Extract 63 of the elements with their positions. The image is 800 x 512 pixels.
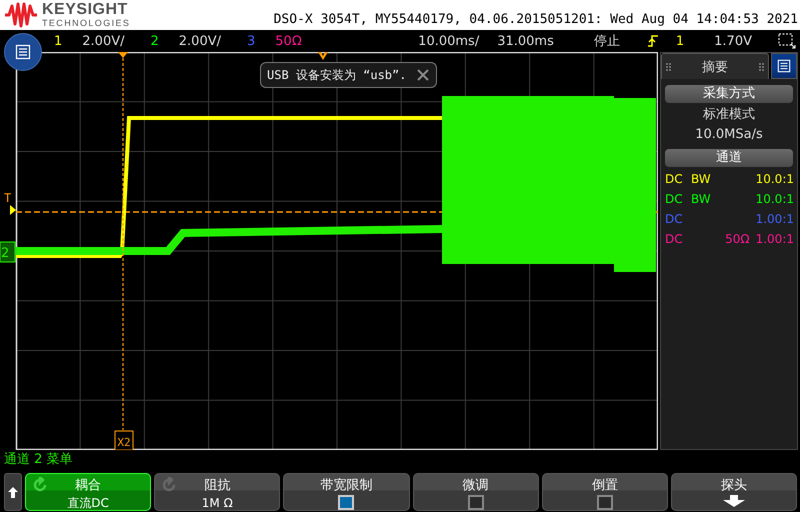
menu-tab[interactable] [771, 53, 797, 79]
grip-icon [759, 62, 764, 70]
bandwidth-limit: BW [691, 191, 712, 207]
cursor-label: X2 [117, 436, 131, 449]
sample-rate: 10.0MSa/s [694, 127, 764, 143]
zoom-box-icon [778, 33, 796, 49]
grip-icon [666, 62, 671, 70]
trigger-level: 1.70V [714, 34, 752, 48]
up-arrow-icon [8, 486, 18, 498]
channel-number: 50Ω [275, 34, 302, 48]
trigger-source: 1 [676, 34, 684, 48]
cursor-tag [114, 430, 134, 450]
bandwidth-limit: BW [691, 171, 712, 187]
channel-marker-label: 2 [1, 246, 10, 261]
wave-logo-icon [4, 2, 38, 28]
softkey[interactable]: 阻抗 1M Ω [154, 473, 280, 511]
section-heading: 通道 [665, 149, 793, 167]
menu-button[interactable] [4, 33, 42, 71]
probe-ratio: 10.0:1 [756, 191, 794, 207]
instrument-title: DSO-X 3054T, MY55440179, 04.06.2015051201: Wed Aug 04 14:04:53 2021 [274, 12, 798, 27]
brand-subtitle: TECHNOLOGIES [42, 18, 130, 28]
probe-ratio: 1.00:1 [756, 211, 794, 227]
toast-message: USB 设备安装为 “usb”. [267, 66, 406, 84]
softkey[interactable]: 耦合 直流DC [25, 473, 152, 511]
checkbox[interactable] [338, 495, 354, 510]
probe-ratio: 1.00:1 [756, 231, 794, 247]
checkbox[interactable] [596, 495, 613, 510]
channel-number: 2 [150, 34, 159, 48]
trigger-level-arrow-icon [10, 205, 16, 215]
softkey[interactable]: 微调 [412, 473, 539, 511]
back-button[interactable] [4, 473, 22, 511]
close-icon[interactable] [416, 68, 430, 82]
section-heading: 采集方式 [665, 85, 793, 103]
list-icon [777, 59, 791, 73]
channel-coupling: DC [665, 171, 684, 187]
trigger-label: T [4, 191, 12, 205]
softkey[interactable]: 探头 [670, 473, 798, 511]
channel-scale: 2.00V/ [178, 34, 221, 48]
channel-coupling: DC [665, 211, 684, 227]
list-icon [15, 44, 31, 60]
probe-ratio: 10.0:1 [756, 171, 794, 187]
summary-tab-label: 摘要 [702, 58, 728, 76]
menu-title: 通道 2 菜单 [3, 451, 74, 469]
channel-scale: 2.00V/ [82, 34, 124, 48]
channel-coupling: DC [665, 231, 684, 247]
channel-marker-badge [0, 242, 16, 262]
channel-number: 1 [54, 34, 62, 48]
softkey[interactable]: 带宽限制 [283, 473, 410, 511]
checkbox[interactable] [468, 495, 484, 510]
summary-tab[interactable]: 摘要 [661, 53, 769, 79]
timebase-value: 10.00ms/ [418, 34, 480, 48]
softkey[interactable]: 倒置 [542, 473, 668, 511]
run-state: 停止 [594, 33, 620, 50]
channel-impedance: 50Ω [724, 231, 751, 247]
delay-value: 31.00ms [497, 34, 554, 48]
rotate-knob-icon [32, 477, 48, 493]
channel-number: 3 [247, 34, 256, 48]
rotate-knob-icon [161, 477, 178, 493]
rising-edge-icon [648, 35, 658, 47]
channel-coupling: DC [665, 191, 684, 207]
acquisition-mode: 标准模式 [702, 107, 756, 123]
down-arrow-icon [722, 495, 745, 507]
brand-name: KEYSIGHT [42, 2, 129, 18]
